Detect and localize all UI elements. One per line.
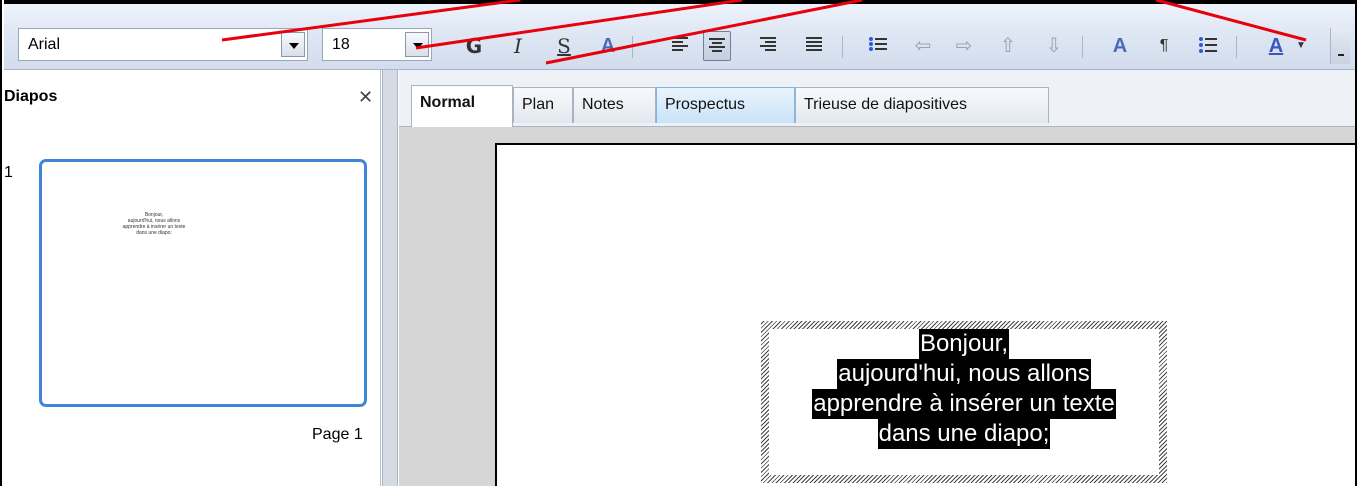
application-window: Arial 18 G I S A ⇦ ⇨ ⇧ ⇩ A ¶ A ▼ Diapos … (0, 0, 1357, 486)
align-right-icon (760, 37, 776, 51)
font-color-dropdown-icon[interactable]: ▼ (1292, 31, 1310, 61)
slides-panel: Diapos ✕ 1 Bonjour, aujourd'hui, nous al… (4, 70, 381, 486)
font-name-combobox[interactable]: Arial (18, 28, 308, 61)
tab-normal[interactable]: Normal (411, 85, 513, 127)
align-right-button[interactable] (754, 31, 782, 61)
align-left-button[interactable] (666, 31, 694, 61)
tab-prospectus[interactable]: Prospectus (656, 87, 795, 123)
toolbar-separator (1082, 36, 1083, 58)
bullets-numbering-icon[interactable] (1194, 31, 1222, 61)
move-down-arrow-icon[interactable]: ⇩ (1040, 31, 1068, 61)
thumbnail-text: Bonjour, aujourd'hui, nous allons appren… (94, 212, 214, 236)
selected-text-line[interactable]: dans une diapo; (877, 419, 1051, 449)
italic-button[interactable]: I (504, 31, 532, 61)
demote-arrow-right-icon[interactable]: ⇨ (950, 31, 978, 61)
bold-button[interactable]: G (460, 31, 488, 61)
toolbar-separator (632, 36, 633, 58)
toolbar-separator (842, 36, 843, 58)
shadow-button[interactable]: S (550, 31, 578, 61)
justify-icon (806, 37, 822, 51)
justify-button[interactable] (800, 31, 828, 61)
promote-arrow-left-icon[interactable]: ⇦ (909, 31, 937, 61)
selected-text-line[interactable]: apprendre à insérer un texte (812, 389, 1116, 419)
close-icon[interactable]: ✕ (358, 87, 373, 108)
text-box[interactable]: Bonjour, aujourd'hui, nous allons appren… (761, 321, 1167, 483)
selected-text-line[interactable]: aujourd'hui, nous allons (837, 359, 1091, 389)
bullet-list-icon (869, 37, 887, 51)
font-color-button[interactable]: A (1262, 31, 1290, 61)
align-left-icon (672, 37, 688, 51)
selected-text-line[interactable]: Bonjour, (918, 329, 1010, 359)
toolbar-overflow-handle[interactable] (1330, 28, 1350, 64)
toolbar-separator (1236, 36, 1237, 58)
slides-panel-title: Diapos (4, 88, 58, 105)
bullets-button[interactable] (864, 31, 892, 61)
numbering-icon (1199, 37, 1217, 53)
move-up-arrow-icon[interactable]: ⇧ (994, 31, 1022, 61)
workspace: Normal Plan Notes Prospectus Trieuse de … (399, 70, 1355, 486)
character-format-icon[interactable]: A (1106, 31, 1134, 61)
paragraph-format-icon[interactable]: ¶ (1150, 31, 1178, 61)
font-size-combobox[interactable]: 18 (322, 28, 432, 61)
font-size-dropdown-button[interactable] (405, 32, 429, 57)
text-box-content[interactable]: Bonjour, aujourd'hui, nous allons appren… (769, 329, 1159, 475)
tab-plan[interactable]: Plan (513, 87, 573, 123)
font-name-dropdown-button[interactable] (281, 32, 305, 57)
slide-thumbnail[interactable]: Bonjour, aujourd'hui, nous allons appren… (39, 159, 367, 407)
align-center-icon (709, 38, 725, 52)
page-label: Page 1 (312, 426, 363, 443)
outline-font-effect-icon[interactable]: A (594, 31, 622, 61)
align-center-button[interactable] (703, 31, 731, 61)
view-tabs: Normal Plan Notes Prospectus Trieuse de … (399, 70, 1355, 127)
font-size-value: 18 (332, 36, 350, 53)
thumbnail-line: dans une diapo; (136, 230, 172, 236)
tab-slide-sorter[interactable]: Trieuse de diapositives (795, 87, 1049, 123)
font-name-value: Arial (28, 36, 61, 53)
formatting-toolbar: Arial 18 G I S A ⇦ ⇨ ⇧ ⇩ A ¶ A ▼ (4, 0, 1355, 70)
slide-number: 1 (4, 164, 13, 181)
tab-notes[interactable]: Notes (573, 87, 656, 123)
panel-splitter[interactable] (382, 70, 398, 486)
slide-canvas[interactable]: Bonjour, aujourd'hui, nous allons appren… (495, 143, 1355, 486)
